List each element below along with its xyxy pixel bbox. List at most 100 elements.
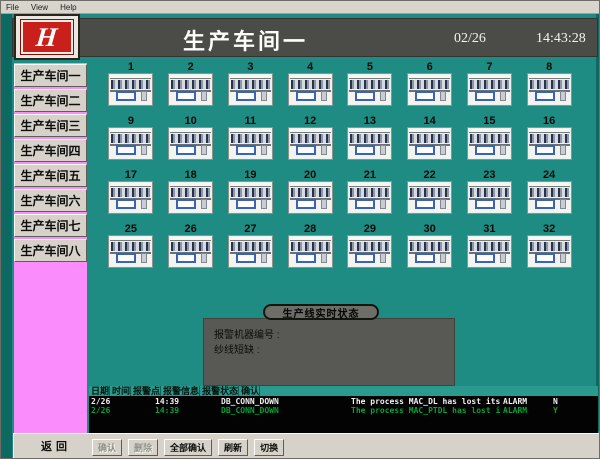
- machine-cell[interactable]: 24: [519, 169, 579, 223]
- alarm-row[interactable]: 2/26 14:39 DB_CONN_DOWN The process MAC_…: [89, 406, 598, 415]
- machine-cell[interactable]: 10: [161, 115, 221, 169]
- machine-number: 22: [424, 169, 436, 181]
- left-frame-strip: [1, 14, 12, 458]
- knitting-machine-icon: [288, 235, 333, 268]
- machine-cell[interactable]: 19: [221, 169, 281, 223]
- alarm-point: DB_CONN_DOWN: [219, 406, 349, 415]
- machine-number: 28: [304, 223, 316, 235]
- return-button[interactable]: 返回: [13, 433, 99, 459]
- machine-cell[interactable]: 29: [340, 223, 400, 277]
- workshop-button[interactable]: 生产车间五: [14, 164, 87, 187]
- logo-glyph: H: [35, 24, 59, 51]
- logo-red-square: H: [20, 19, 74, 55]
- machine-cell[interactable]: 32: [519, 223, 579, 277]
- machine-number: 10: [185, 115, 197, 127]
- alarm-ack: Y: [551, 406, 598, 415]
- knitting-machine-icon: [288, 127, 333, 160]
- alarm-status: ALARM: [501, 406, 551, 415]
- knitting-machine-icon: [347, 181, 392, 214]
- machine-number: 11: [245, 115, 257, 127]
- workshop-button[interactable]: 生产车间三: [14, 114, 87, 137]
- knitting-machine-icon: [168, 127, 213, 160]
- machine-cell[interactable]: 28: [280, 223, 340, 277]
- toolbar-button[interactable]: 确认: [92, 439, 122, 456]
- machine-number: 17: [125, 169, 137, 181]
- machine-cell[interactable]: 14: [400, 115, 460, 169]
- machine-cell[interactable]: 5: [340, 61, 400, 115]
- machine-cell[interactable]: 9: [101, 115, 161, 169]
- knitting-machine-icon: [347, 73, 392, 106]
- machine-number: 14: [424, 115, 436, 127]
- machine-number: 23: [483, 169, 495, 181]
- toolbar-button[interactable]: 全部确认: [164, 439, 212, 456]
- machine-cell[interactable]: 21: [340, 169, 400, 223]
- knitting-machine-icon: [467, 127, 512, 160]
- workshop-nav: 生产车间一 生产车间二 生产车间三 生产车间四 生产车间五 生产车间六 生产车间…: [14, 64, 87, 262]
- machine-cell[interactable]: 20: [280, 169, 340, 223]
- alarm-date: 2/26: [89, 406, 153, 415]
- knitting-machine-icon: [407, 73, 452, 106]
- workshop-button[interactable]: 生产车间四: [14, 139, 87, 162]
- toolbar-button[interactable]: 删除: [128, 439, 158, 456]
- machine-cell[interactable]: 4: [280, 61, 340, 115]
- machine-cell[interactable]: 13: [340, 115, 400, 169]
- toolbar-button[interactable]: 刷新: [218, 439, 248, 456]
- machine-cell[interactable]: 23: [460, 169, 520, 223]
- workshop-button[interactable]: 生产车间一: [14, 64, 87, 87]
- knitting-machine-icon: [288, 181, 333, 214]
- workshop-button[interactable]: 生产车间八: [14, 239, 87, 262]
- machine-number: 26: [185, 223, 197, 235]
- machine-cell[interactable]: 3: [221, 61, 281, 115]
- alarm-ack: N: [551, 397, 598, 406]
- knitting-machine-icon: [467, 235, 512, 268]
- machine-cell[interactable]: 31: [460, 223, 520, 277]
- alarm-time: 14:39: [153, 397, 219, 406]
- machine-number: 4: [307, 61, 313, 73]
- knitting-machine-icon: [228, 73, 273, 106]
- machine-cell[interactable]: 6: [400, 61, 460, 115]
- alarm-date: 2/26: [89, 397, 153, 406]
- machine-cell[interactable]: 15: [460, 115, 520, 169]
- menu-item[interactable]: File: [6, 3, 19, 12]
- machine-cell[interactable]: 25: [101, 223, 161, 277]
- menu-item[interactable]: Help: [60, 3, 76, 12]
- machine-cell[interactable]: 17: [101, 169, 161, 223]
- machine-cell[interactable]: 2: [161, 61, 221, 115]
- knitting-machine-icon: [407, 235, 452, 268]
- page-title: 生产车间一: [183, 24, 308, 56]
- machine-number: 2: [188, 61, 194, 73]
- alarm-row[interactable]: 2/26 14:39 DB_CONN_DOWN The process MAC_…: [89, 397, 598, 406]
- knitting-machine-icon: [168, 73, 213, 106]
- knitting-machine-icon: [108, 73, 153, 106]
- alarm-message: The process MAC_DL has lost its d...: [349, 397, 501, 406]
- machine-cell[interactable]: 7: [460, 61, 520, 115]
- machine-number: 25: [125, 223, 137, 235]
- alarm-table-header-cell: 报警信息: [161, 386, 200, 396]
- knitting-machine-icon: [347, 127, 392, 160]
- machine-number: 32: [543, 223, 555, 235]
- machine-number: 21: [364, 169, 376, 181]
- machine-cell[interactable]: 26: [161, 223, 221, 277]
- menu-item[interactable]: View: [31, 3, 48, 12]
- machine-cell[interactable]: 30: [400, 223, 460, 277]
- alarm-machine-label: 报警机器编号 :: [214, 328, 454, 343]
- status-panel-title: 生产线实时状态: [263, 304, 379, 320]
- machine-cell[interactable]: 22: [400, 169, 460, 223]
- workshop-button[interactable]: 生产车间七: [14, 214, 87, 237]
- machine-cell[interactable]: 11: [221, 115, 281, 169]
- machine-number: 31: [483, 223, 495, 235]
- machine-cell[interactable]: 18: [161, 169, 221, 223]
- machine-number: 19: [244, 169, 256, 181]
- yarn-shortage-label: 纱线短缺 :: [214, 343, 454, 358]
- machine-cell[interactable]: 27: [221, 223, 281, 277]
- machine-number: 7: [486, 61, 492, 73]
- machine-cell[interactable]: 16: [519, 115, 579, 169]
- machine-cell[interactable]: 12: [280, 115, 340, 169]
- knitting-machine-icon: [108, 181, 153, 214]
- machine-cell[interactable]: 8: [519, 61, 579, 115]
- toolbar-button[interactable]: 切换: [254, 439, 284, 456]
- machine-cell[interactable]: 1: [101, 61, 161, 115]
- workshop-button[interactable]: 生产车间二: [14, 89, 87, 112]
- status-panel: 报警机器编号 : 纱线短缺 :: [203, 318, 455, 386]
- workshop-button[interactable]: 生产车间六: [14, 189, 87, 212]
